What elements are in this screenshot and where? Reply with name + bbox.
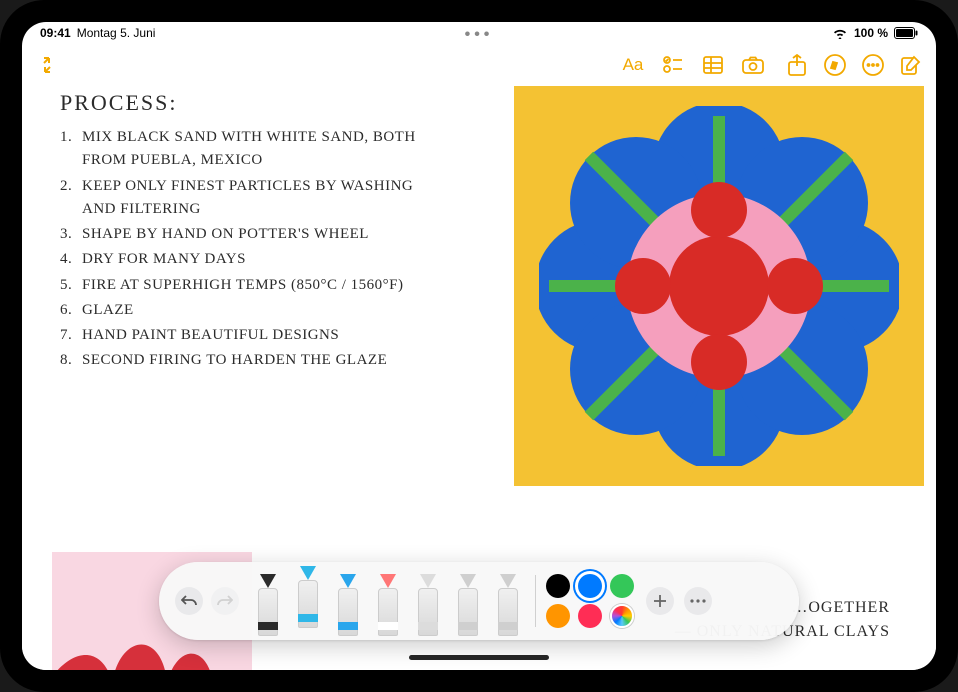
color-picker-button[interactable]: [610, 604, 634, 628]
status-date: Montag 5. Juni: [77, 26, 156, 40]
step-number: 4.: [60, 248, 82, 271]
step-number: 1.: [60, 126, 82, 173]
ipad-frame: 09:41 Montag 5. Juni ••• 100 %: [0, 0, 958, 692]
lasso-tool[interactable]: [411, 574, 445, 636]
step-number: 3.: [60, 223, 82, 246]
process-step: 6.GLAZE: [60, 299, 440, 322]
pen-tool[interactable]: [251, 574, 285, 636]
color-swatch[interactable]: [610, 574, 634, 598]
process-step: 2.KEEP ONLY FINEST PARTICLES BY WASHING …: [60, 175, 440, 222]
color-swatches: [546, 574, 634, 628]
color-swatch[interactable]: [546, 604, 570, 628]
color-swatch[interactable]: [578, 604, 602, 628]
color-swatch[interactable]: [578, 574, 602, 598]
eraser-tool[interactable]: [371, 574, 405, 636]
step-number: 6.: [60, 299, 82, 322]
camera-icon[interactable]: [742, 54, 764, 76]
step-text: KEEP ONLY FINEST PARTICLES BY WASHING AN…: [82, 175, 440, 222]
ruler-tool[interactable]: [491, 574, 525, 636]
home-indicator[interactable]: [409, 655, 549, 660]
step-number: 8.: [60, 349, 82, 372]
compose-icon[interactable]: [900, 54, 922, 76]
step-text: GLAZE: [82, 299, 134, 322]
note-canvas[interactable]: PROCESS: 1.MIX BLACK SAND WITH WHITE SAN…: [22, 86, 936, 670]
drawing-tools: [251, 562, 525, 640]
table-icon[interactable]: [702, 54, 724, 76]
add-button[interactable]: [646, 587, 674, 615]
step-number: 7.: [60, 324, 82, 347]
process-list: 1.MIX BLACK SAND WITH WHITE SAND, BOTH F…: [60, 126, 440, 373]
text-format-button[interactable]: Aa: [622, 54, 644, 76]
step-text: FIRE AT SUPERHIGH TEMPS (850°C / 1560°F): [82, 274, 404, 297]
screen: 09:41 Montag 5. Juni ••• 100 %: [22, 22, 936, 670]
multitask-dots[interactable]: •••: [465, 26, 494, 44]
wifi-icon: [832, 27, 848, 39]
step-text: DRY FOR MANY DAYS: [82, 248, 246, 271]
markup-toolbar: [159, 562, 799, 640]
step-text: MIX BLACK SAND WITH WHITE SAND, BOTH FRO…: [82, 126, 440, 173]
more-tools-button[interactable]: [684, 587, 712, 615]
process-step: 5.FIRE AT SUPERHIGH TEMPS (850°C / 1560°…: [60, 274, 440, 297]
step-text: HAND PAINT BEAUTIFUL DESIGNS: [82, 324, 339, 347]
toolbar-separator: [535, 575, 536, 627]
markup-toggle-icon[interactable]: [824, 54, 846, 76]
handwritten-note: PROCESS: 1.MIX BLACK SAND WITH WHITE SAN…: [60, 90, 440, 375]
marker-tool[interactable]: [291, 566, 325, 628]
pencil-ruler-tool[interactable]: [451, 574, 485, 636]
note-heading: PROCESS:: [60, 90, 440, 116]
step-text: SHAPE BY HAND ON POTTER'S WHEEL: [82, 223, 369, 246]
color-swatch[interactable]: [546, 574, 570, 598]
process-step: 1.MIX BLACK SAND WITH WHITE SAND, BOTH F…: [60, 126, 440, 173]
status-time: 09:41: [40, 26, 71, 40]
collapse-icon[interactable]: [36, 54, 58, 76]
share-icon[interactable]: [786, 54, 808, 76]
step-number: 2.: [60, 175, 82, 222]
notes-toolbar: Aa: [22, 44, 936, 86]
highlighter-tool[interactable]: [331, 574, 365, 636]
status-bar: 09:41 Montag 5. Juni ••• 100 %: [22, 22, 936, 44]
step-text: SECOND FIRING TO HARDEN THE GLAZE: [82, 349, 387, 372]
redo-button[interactable]: [211, 587, 239, 615]
step-number: 5.: [60, 274, 82, 297]
process-step: 4.DRY FOR MANY DAYS: [60, 248, 440, 271]
undo-button[interactable]: [175, 587, 203, 615]
checklist-icon[interactable]: [662, 54, 684, 76]
process-step: 7.HAND PAINT BEAUTIFUL DESIGNS: [60, 324, 440, 347]
battery-percentage: 100 %: [854, 26, 888, 40]
flower-sketch: [514, 86, 924, 486]
process-step: 8.SECOND FIRING TO HARDEN THE GLAZE: [60, 349, 440, 372]
process-step: 3.SHAPE BY HAND ON POTTER'S WHEEL: [60, 223, 440, 246]
more-icon[interactable]: [862, 54, 884, 76]
battery-icon: [894, 27, 918, 39]
